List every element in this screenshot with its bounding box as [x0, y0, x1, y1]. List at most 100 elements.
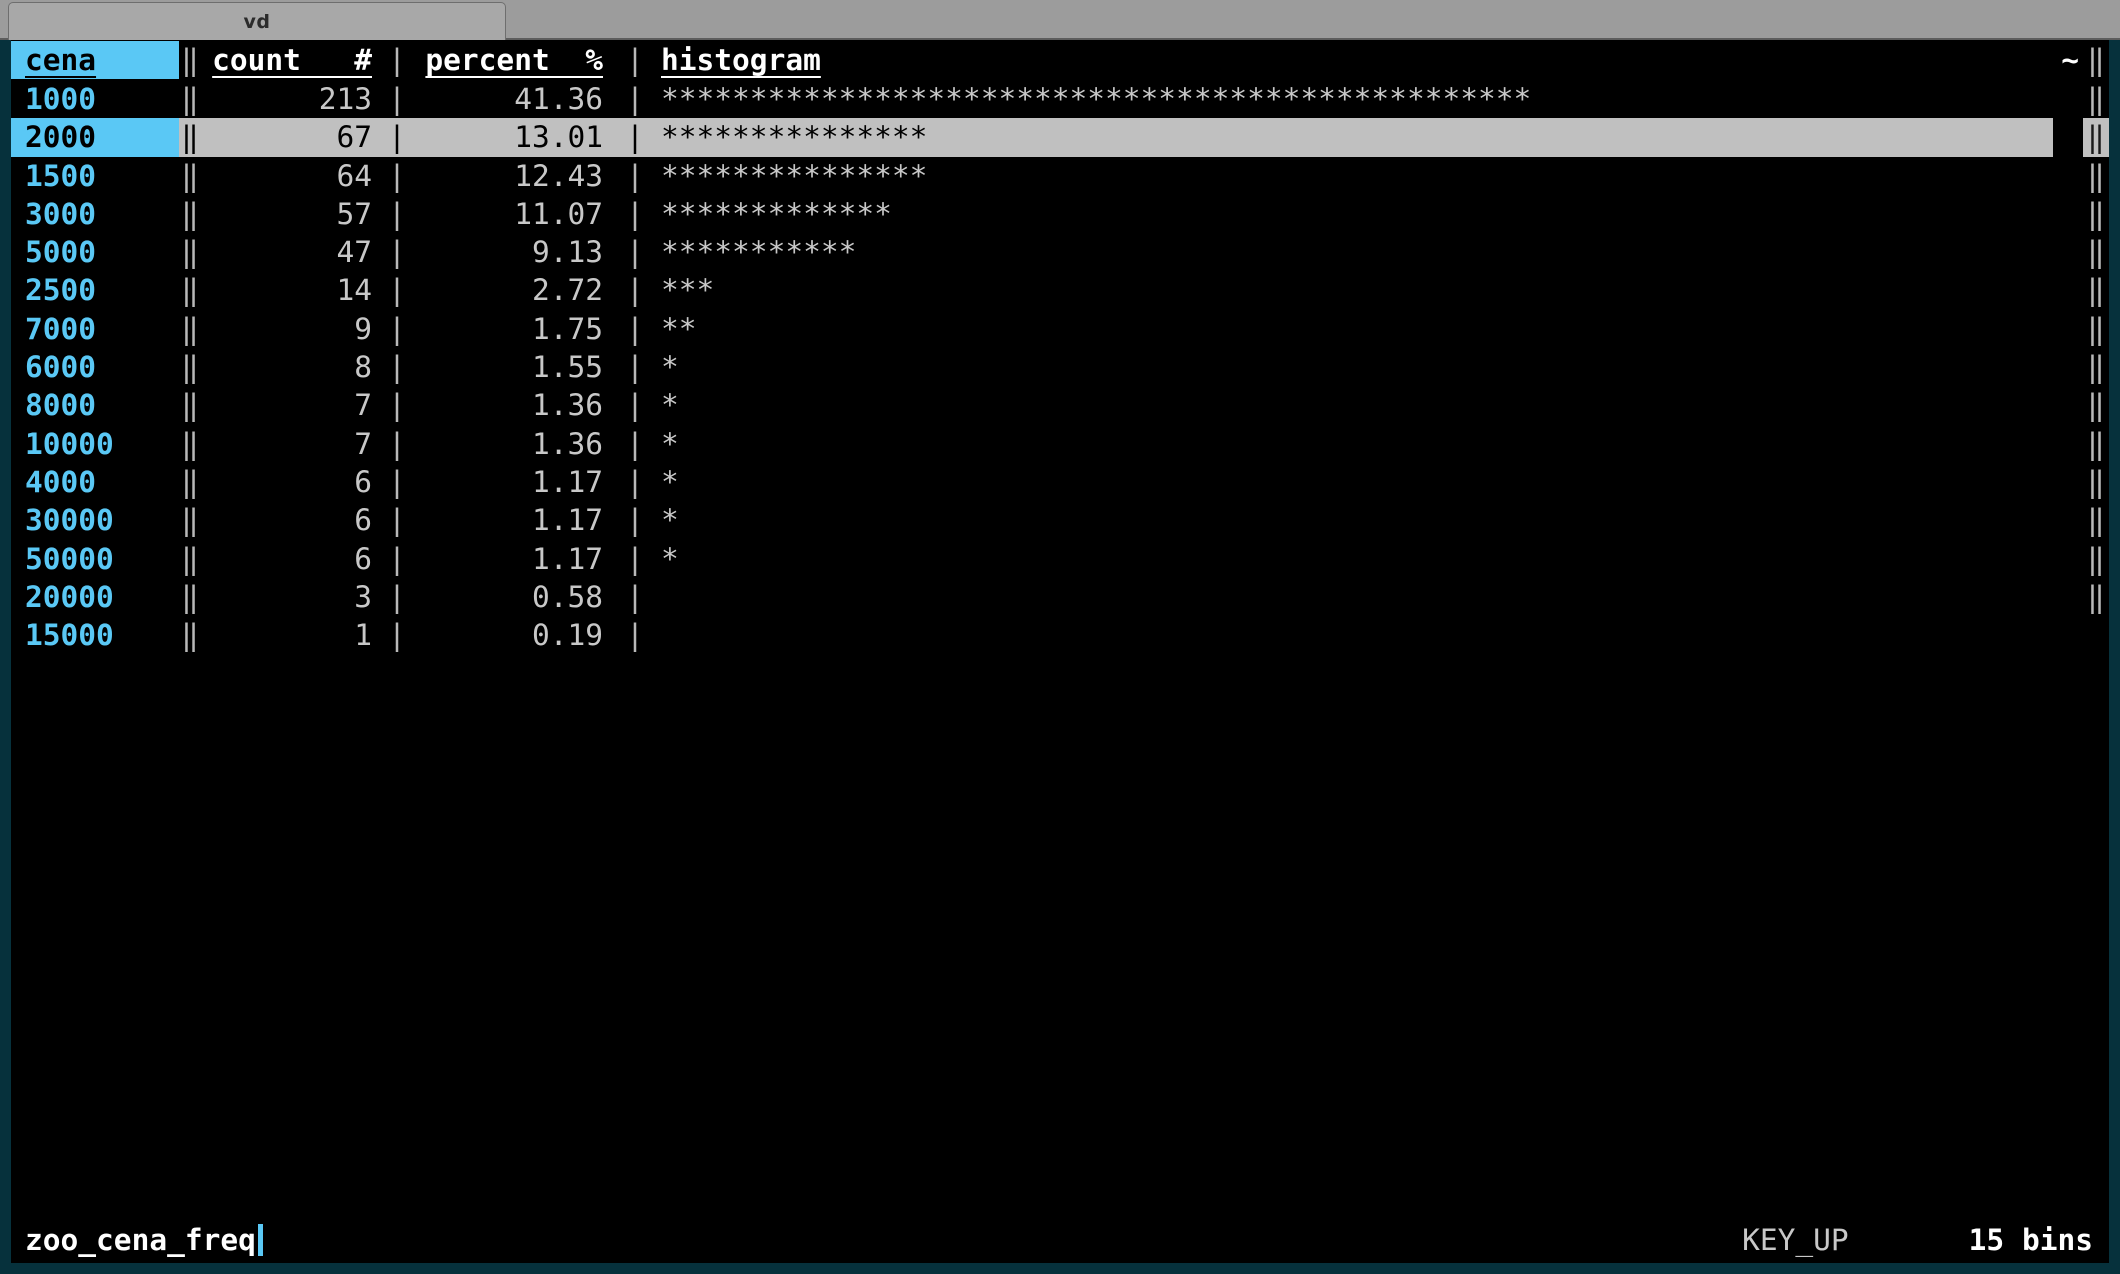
cell-count[interactable]: 67	[201, 118, 386, 157]
cell-percent[interactable]: 1.17	[408, 540, 623, 578]
column-header-histogram[interactable]: histogram	[647, 41, 2053, 79]
table-row[interactable]: 5000 ‖ 47 | 9.13 | *********** ‖	[11, 233, 2109, 271]
cell-percent[interactable]: 13.01	[408, 118, 623, 157]
cell-count[interactable]: 47	[201, 233, 386, 271]
column-separator: |	[388, 618, 406, 653]
table-row[interactable]: 8000 ‖ 7 | 1.36 | * ‖	[11, 386, 2109, 424]
cell-cena[interactable]: 4000	[11, 463, 179, 501]
table-row[interactable]: 2500 ‖ 14 | 2.72 | *** ‖	[11, 271, 2109, 309]
cell-histogram[interactable]: *	[647, 425, 2053, 463]
column-separator: |	[388, 196, 406, 231]
table-row[interactable]: 6000 ‖ 8 | 1.55 | * ‖	[11, 348, 2109, 386]
right-edge-separator: ‖	[2083, 118, 2109, 157]
cell-percent[interactable]: 12.43	[408, 157, 623, 195]
cell-histogram[interactable]: ***************	[647, 118, 2053, 157]
cell-cena[interactable]: 1500	[11, 157, 179, 195]
cell-percent[interactable]: 1.55	[408, 348, 623, 386]
cell-percent[interactable]: 2.72	[408, 271, 623, 309]
table-row[interactable]: 7000 ‖ 9 | 1.75 | ** ‖	[11, 310, 2109, 348]
cell-histogram[interactable]: ***************	[647, 157, 2053, 195]
cell-cena[interactable]: 50000	[11, 540, 179, 578]
cell-histogram[interactable]: *************	[647, 195, 2053, 233]
cell-percent[interactable]: 11.07	[408, 195, 623, 233]
table-row[interactable]: 30000 ‖ 6 | 1.17 | * ‖	[11, 501, 2109, 539]
cell-percent[interactable]: 0.19	[408, 616, 623, 654]
table-row[interactable]: 50000 ‖ 6 | 1.17 | * ‖	[11, 540, 2109, 578]
column-separator: |	[626, 235, 644, 270]
cell-cena[interactable]: 10000	[11, 425, 179, 463]
status-sheet-name[interactable]: zoo_cena_freq	[11, 1223, 263, 1257]
key-column-separator: ‖	[181, 503, 199, 538]
cell-histogram[interactable]: ***	[647, 271, 2053, 309]
column-separator: |	[626, 464, 644, 499]
cell-percent[interactable]: 0.58	[408, 578, 623, 616]
cell-percent[interactable]: 1.36	[408, 425, 623, 463]
right-edge-separator: ‖	[2087, 426, 2105, 461]
table-row[interactable]: 20000 ‖ 3 | 0.58 | ‖	[11, 578, 2109, 616]
cell-cena[interactable]: 20000	[11, 578, 179, 616]
cell-count[interactable]: 213	[201, 80, 386, 118]
key-column-separator: ‖	[181, 42, 199, 77]
cell-histogram[interactable]: *	[647, 501, 2053, 539]
table-row[interactable]: 3000 ‖ 57 | 11.07 | ************* ‖	[11, 195, 2109, 233]
cell-cena[interactable]: 15000	[11, 616, 179, 654]
cell-histogram[interactable]: *	[647, 348, 2053, 386]
cell-percent[interactable]: 1.17	[408, 501, 623, 539]
right-edge-separator: ‖	[2087, 541, 2105, 576]
cell-histogram[interactable]: *	[647, 540, 2053, 578]
cell-percent[interactable]: 9.13	[408, 233, 623, 271]
cell-count[interactable]: 64	[201, 157, 386, 195]
cell-cena[interactable]: 7000	[11, 310, 179, 348]
column-header-cena[interactable]: cena	[11, 40, 179, 80]
cell-histogram[interactable]: ***********	[647, 233, 2053, 271]
table-row[interactable]: 15000 ‖ 1 | 0.19 |	[11, 616, 2109, 654]
key-column-separator: ‖	[181, 426, 199, 461]
cell-cena[interactable]: 2500	[11, 271, 179, 309]
frequency-sheet: cena ‖ count # | percent % | histogram ~…	[11, 40, 2109, 1220]
status-sheet-name-text: zoo_cena_freq	[25, 1223, 256, 1257]
cell-count[interactable]: 6	[201, 501, 386, 539]
cell-count[interactable]: 14	[201, 271, 386, 309]
cell-count[interactable]: 7	[201, 425, 386, 463]
cell-cena[interactable]: 2000	[11, 118, 179, 157]
cell-count[interactable]: 57	[201, 195, 386, 233]
cell-count[interactable]: 7	[201, 386, 386, 424]
cell-cena[interactable]: 1000	[11, 80, 179, 118]
cell-cena[interactable]: 8000	[11, 386, 179, 424]
cell-histogram[interactable]: *	[647, 386, 2053, 424]
cell-cena[interactable]: 30000	[11, 501, 179, 539]
column-header-count[interactable]: count #	[201, 41, 386, 79]
tab-vd[interactable]: vd	[8, 2, 506, 40]
column-header-percent[interactable]: percent %	[408, 41, 623, 79]
column-separator: |	[388, 158, 406, 193]
key-column-separator: ‖	[181, 235, 199, 270]
cell-cena[interactable]: 5000	[11, 233, 179, 271]
key-column-separator: ‖	[181, 618, 199, 653]
cell-count[interactable]: 6	[201, 463, 386, 501]
cell-count[interactable]: 1	[201, 616, 386, 654]
cell-percent[interactable]: 1.17	[408, 463, 623, 501]
cell-count[interactable]: 6	[201, 540, 386, 578]
key-column-separator: ‖	[181, 541, 199, 576]
table-row-cursor[interactable]: 2000 ‖ 67 | 13.01 | *************** ‖	[11, 118, 2109, 157]
table-row[interactable]: 1000 ‖ 213 | 41.36 | *******************…	[11, 80, 2109, 118]
cell-cena[interactable]: 6000	[11, 348, 179, 386]
status-last-keystroke: KEY_UP	[1742, 1223, 1849, 1257]
cell-percent[interactable]: 41.36	[408, 80, 623, 118]
cell-count[interactable]: 9	[201, 310, 386, 348]
column-separator: |	[388, 273, 406, 308]
cell-percent[interactable]: 1.36	[408, 386, 623, 424]
key-column-separator: ‖	[179, 118, 201, 157]
cell-percent[interactable]: 1.75	[408, 310, 623, 348]
cell-cena[interactable]: 3000	[11, 195, 179, 233]
column-separator: |	[626, 388, 644, 423]
table-row[interactable]: 10000 ‖ 7 | 1.36 | * ‖	[11, 425, 2109, 463]
cell-count[interactable]: 8	[201, 348, 386, 386]
cell-histogram[interactable]: **	[647, 310, 2053, 348]
cell-histogram[interactable]: *	[647, 463, 2053, 501]
cell-histogram[interactable]: ****************************************…	[647, 80, 2053, 118]
cell-count[interactable]: 3	[201, 578, 386, 616]
table-row[interactable]: 1500 ‖ 64 | 12.43 | *************** ‖	[11, 157, 2109, 195]
column-separator: |	[388, 541, 406, 576]
table-row[interactable]: 4000 ‖ 6 | 1.17 | * ‖	[11, 463, 2109, 501]
